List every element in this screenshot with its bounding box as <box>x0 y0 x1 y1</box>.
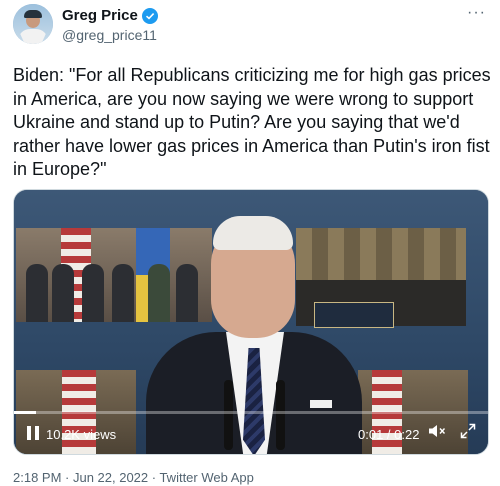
author-display-name[interactable]: Greg Price <box>62 7 138 24</box>
video-player[interactable]: 10.2K views 0:01 / 0:22 <box>13 189 489 455</box>
video-view-count: 10.2K views <box>46 427 117 442</box>
avatar[interactable] <box>13 4 53 44</box>
pause-icon[interactable] <box>27 426 39 440</box>
tweet-timestamp[interactable]: 2:18 PM · Jun 22, 2022 · Twitter Web App <box>13 470 254 485</box>
author-name-row: Greg Price <box>62 7 158 24</box>
verified-badge-icon <box>141 7 158 24</box>
video-progress-fill <box>14 411 36 414</box>
video-screen-sign <box>314 302 394 328</box>
video-progress-bar[interactable] <box>14 411 488 414</box>
speaker-hair <box>213 216 293 250</box>
tweet: Greg Price @greg_price11 ··· Biden: "For… <box>0 0 500 486</box>
fullscreen-icon[interactable] <box>460 423 476 443</box>
video-screen-left <box>16 228 212 322</box>
author-handle[interactable]: @greg_price11 <box>62 27 157 43</box>
tweet-text: Biden: "For all Republicans criticizing … <box>13 65 491 179</box>
speaker-muted-icon[interactable] <box>428 423 446 443</box>
microphone <box>276 380 285 450</box>
pocket-square <box>310 400 332 408</box>
more-options-icon[interactable]: ··· <box>467 4 486 22</box>
microphone <box>224 380 233 450</box>
video-time: 0:01 / 0:22 <box>358 427 420 442</box>
